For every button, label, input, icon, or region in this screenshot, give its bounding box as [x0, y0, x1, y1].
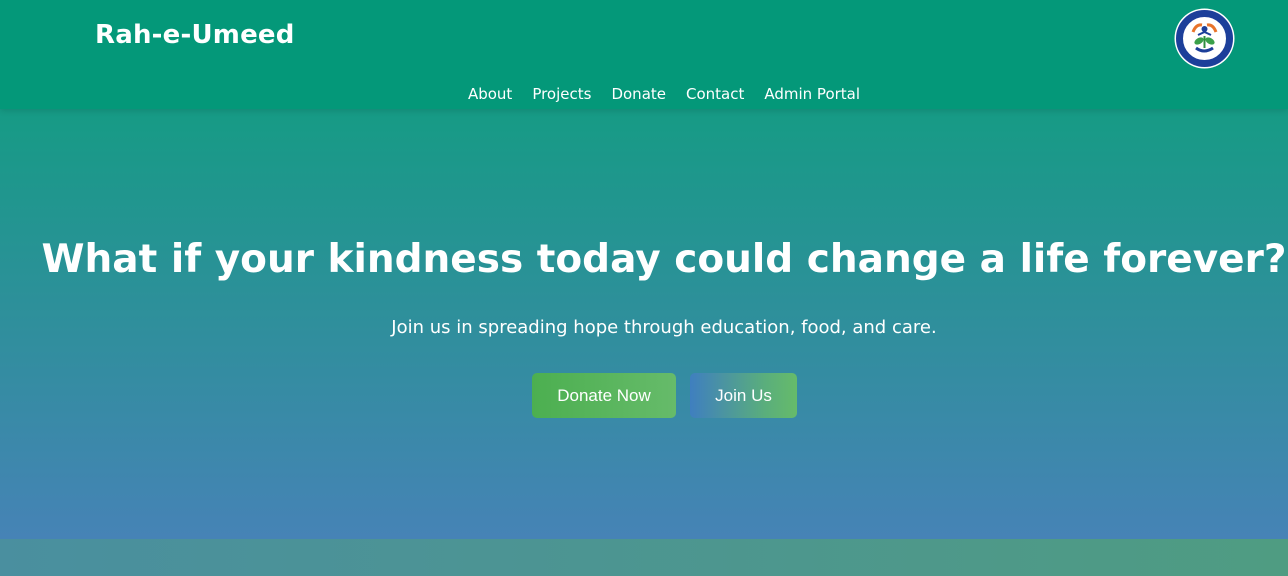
brand-name[interactable]: Rah-e-Umeed [95, 20, 295, 50]
nav-about[interactable]: About [468, 85, 512, 103]
nav-contact[interactable]: Contact [686, 85, 744, 103]
hero-title: What if your kindness today could change… [41, 237, 1287, 282]
donate-now-button[interactable]: Donate Now [532, 373, 676, 418]
nav-projects[interactable]: Projects [532, 85, 591, 103]
next-section-strip [0, 539, 1288, 576]
nav-admin-portal[interactable]: Admin Portal [764, 85, 860, 103]
hero-subtitle: Join us in spreading hope through educat… [391, 317, 937, 338]
organization-logo-icon[interactable] [1174, 8, 1235, 69]
hero-buttons: Donate Now Join Us [532, 373, 797, 418]
hero-section: What if your kindness today could change… [0, 109, 1288, 539]
join-us-button[interactable]: Join Us [690, 373, 797, 418]
nav-donate[interactable]: Donate [611, 85, 666, 103]
site-header: Rah-e-Umeed About Projects Donate Contac… [0, 0, 1288, 109]
main-nav: About Projects Donate Contact Admin Port… [0, 85, 1288, 103]
